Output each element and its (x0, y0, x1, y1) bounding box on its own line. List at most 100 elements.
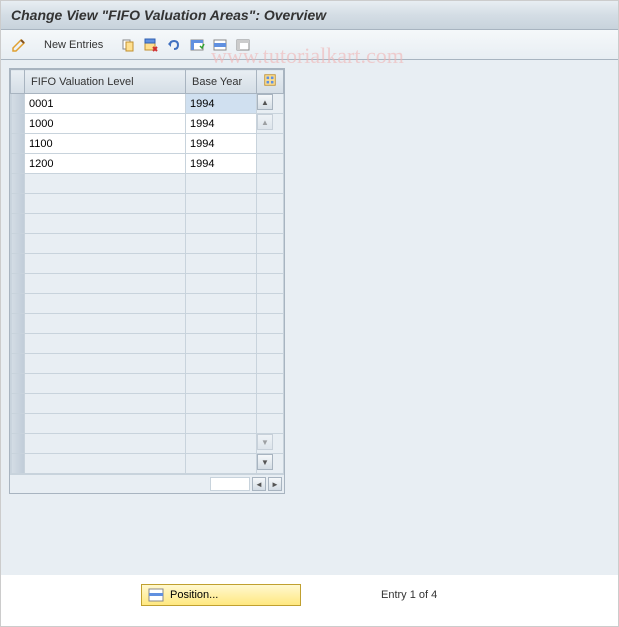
h-scroll-left-icon[interactable]: ◄ (252, 477, 266, 491)
scrollbar-cell: ▼ (257, 454, 284, 474)
scrollbar-cell[interactable] (257, 254, 284, 274)
year-input[interactable] (186, 354, 256, 373)
level-input[interactable] (25, 94, 185, 113)
scrollbar-cell[interactable] (257, 314, 284, 334)
level-input[interactable] (25, 274, 185, 293)
scrollbar-cell[interactable] (257, 354, 284, 374)
table-row (11, 294, 284, 314)
row-selector[interactable] (11, 394, 25, 414)
year-input[interactable] (186, 214, 256, 233)
year-input[interactable] (186, 274, 256, 293)
h-scroll-right-icon[interactable]: ► (268, 477, 282, 491)
row-selector-header[interactable] (11, 70, 25, 94)
copy-icon[interactable] (118, 35, 138, 55)
entry-status: Entry 1 of 4 (381, 589, 437, 601)
row-selector[interactable] (11, 214, 25, 234)
year-input[interactable] (186, 414, 256, 433)
year-input[interactable] (186, 334, 256, 353)
level-input[interactable] (25, 354, 185, 373)
deselect-icon[interactable] (233, 35, 253, 55)
scrollbar-cell[interactable] (257, 174, 284, 194)
year-input[interactable] (186, 194, 256, 213)
level-input[interactable] (25, 254, 185, 273)
scroll-down-icon[interactable]: ▼ (257, 454, 273, 470)
level-input[interactable] (25, 454, 185, 473)
level-input[interactable] (25, 434, 185, 453)
year-input[interactable] (186, 454, 256, 473)
data-table-container: FIFO Valuation Level Base Year ▲ ▲ ▼ ▼ ◄ ► (9, 68, 285, 494)
level-input[interactable] (25, 194, 185, 213)
row-selector[interactable] (11, 254, 25, 274)
row-selector[interactable] (11, 374, 25, 394)
year-input[interactable] (186, 114, 256, 133)
row-selector[interactable] (11, 314, 25, 334)
row-selector[interactable] (11, 94, 25, 114)
scrollbar-cell[interactable] (257, 194, 284, 214)
row-selector[interactable] (11, 294, 25, 314)
scrollbar-cell[interactable] (257, 414, 284, 434)
scrollbar-cell: ▲ (257, 114, 284, 134)
scroll-up-icon[interactable]: ▲ (257, 94, 273, 110)
toolbar: New Entries (1, 30, 618, 60)
year-input[interactable] (186, 254, 256, 273)
year-input[interactable] (186, 154, 256, 173)
row-selector[interactable] (11, 414, 25, 434)
new-entries-button[interactable]: New Entries (36, 37, 111, 53)
scrollbar-cell[interactable] (257, 334, 284, 354)
row-selector[interactable] (11, 234, 25, 254)
year-input[interactable] (186, 134, 256, 153)
level-input[interactable] (25, 114, 185, 133)
scrollbar-cell[interactable] (257, 274, 284, 294)
row-selector[interactable] (11, 154, 25, 174)
row-selector[interactable] (11, 134, 25, 154)
scroll-down-page-icon[interactable]: ▼ (257, 434, 273, 450)
level-input[interactable] (25, 314, 185, 333)
scrollbar-cell[interactable] (257, 154, 284, 174)
year-input[interactable] (186, 394, 256, 413)
level-input[interactable] (25, 394, 185, 413)
column-header-year[interactable]: Base Year (186, 70, 257, 94)
table-settings-button[interactable] (257, 70, 284, 94)
undo-icon[interactable] (164, 35, 184, 55)
year-input[interactable] (186, 314, 256, 333)
year-input[interactable] (186, 234, 256, 253)
position-button[interactable]: Position... (141, 584, 301, 606)
level-input[interactable] (25, 294, 185, 313)
row-selector[interactable] (11, 274, 25, 294)
scrollbar-cell[interactable] (257, 294, 284, 314)
row-selector[interactable] (11, 174, 25, 194)
table-row (11, 414, 284, 434)
year-input[interactable] (186, 434, 256, 453)
row-selector[interactable] (11, 354, 25, 374)
level-input[interactable] (25, 134, 185, 153)
select-block-icon[interactable] (210, 35, 230, 55)
row-selector[interactable] (11, 454, 25, 474)
scrollbar-cell[interactable] (257, 214, 284, 234)
level-input[interactable] (25, 414, 185, 433)
year-input[interactable] (186, 174, 256, 193)
level-input[interactable] (25, 374, 185, 393)
table-row (11, 394, 284, 414)
level-input[interactable] (25, 334, 185, 353)
select-all-icon[interactable] (187, 35, 207, 55)
row-selector[interactable] (11, 114, 25, 134)
row-selector[interactable] (11, 334, 25, 354)
column-header-level[interactable]: FIFO Valuation Level (25, 70, 186, 94)
scroll-up-page-icon[interactable]: ▲ (257, 114, 273, 130)
scrollbar-cell[interactable] (257, 374, 284, 394)
level-input[interactable] (25, 214, 185, 233)
level-input[interactable] (25, 154, 185, 173)
year-input[interactable] (186, 294, 256, 313)
year-input[interactable] (186, 94, 256, 113)
scrollbar-cell[interactable] (257, 234, 284, 254)
pencil-icon[interactable] (9, 35, 29, 55)
row-selector[interactable] (11, 434, 25, 454)
scrollbar-cell[interactable] (257, 394, 284, 414)
level-input[interactable] (25, 174, 185, 193)
scrollbar-cell[interactable] (257, 134, 284, 154)
year-input[interactable] (186, 374, 256, 393)
h-scroll-track[interactable] (210, 477, 250, 491)
row-selector[interactable] (11, 194, 25, 214)
select-delete-icon[interactable] (141, 35, 161, 55)
level-input[interactable] (25, 234, 185, 253)
